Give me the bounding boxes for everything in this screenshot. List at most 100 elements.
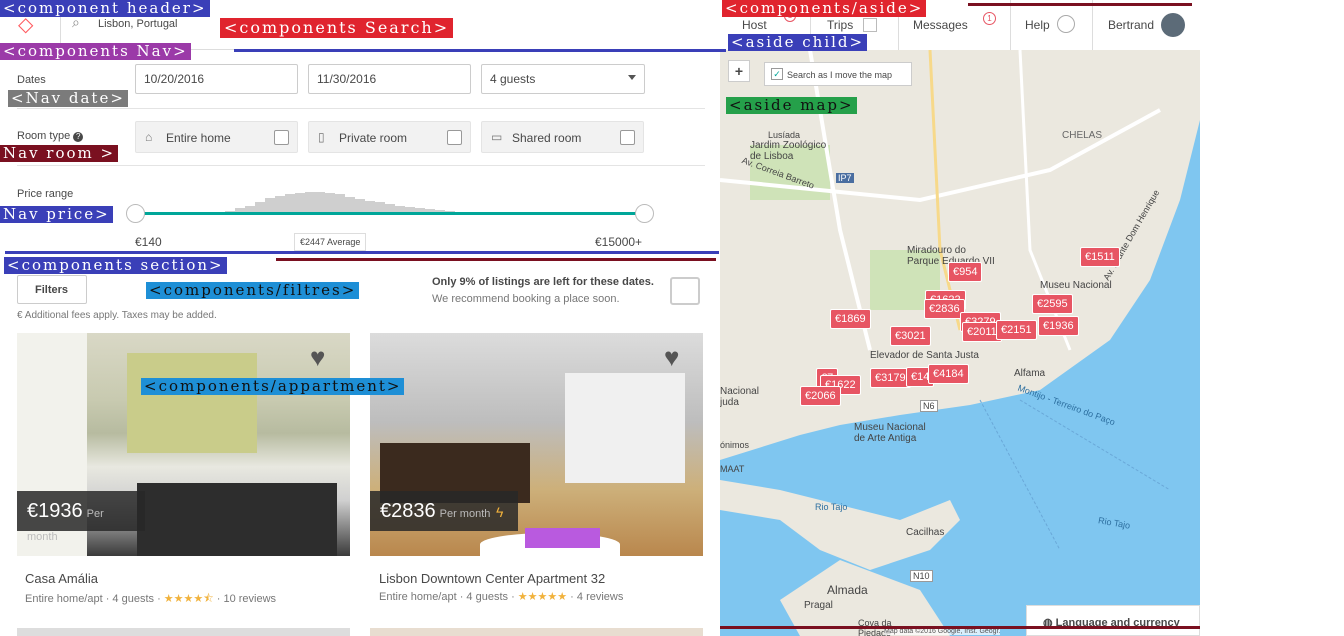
annotation-line [276,258,716,261]
annotation-label: Nav price> [0,206,113,223]
price-pin[interactable]: €3179 [870,368,911,388]
price-badge: €2836 Per month ϟ [370,491,518,531]
checkbox[interactable] [620,130,635,145]
zoom-in-button[interactable]: + [728,60,750,82]
room-entire-home[interactable]: ⌂ Entire home [135,121,298,153]
price-pin[interactable]: €2836 [924,299,965,319]
scarcity-subtitle: We recommend booking a place soon. [432,293,620,305]
nav-user-label: Bertrand [1108,18,1155,32]
annotation-label: <components/appartment> [141,378,405,395]
dates-label: Dates [17,74,46,86]
price-slider-max-handle[interactable] [635,204,654,223]
price-pin[interactable]: €2151 [996,320,1037,340]
map-label: Nacional juda [720,386,759,408]
messages-badge-icon: 1 [983,12,996,25]
price-pin[interactable]: €954 [948,262,983,282]
help-icon [1057,15,1075,33]
price-slider-track[interactable] [135,212,645,215]
map-label: Almada [827,583,868,597]
room-shared[interactable]: ▭ Shared room [481,121,644,153]
price-pin[interactable]: €2595 [1032,294,1073,314]
home-icon: ⌂ [145,130,153,144]
nav-trips-label: Trips [827,18,854,32]
checkin-input[interactable]: 10/20/2016 [135,64,298,94]
annotation-line [234,49,726,52]
map-label: Museu Nacional de Arte Antiga [854,422,926,444]
price-pin[interactable]: €4184 [928,364,969,384]
nav-help[interactable]: Help [1010,0,1090,50]
airbnb-logo-icon[interactable]: ◇ [18,14,40,36]
calendar-clock-icon [670,277,700,305]
map-label: Lusíada [768,130,801,140]
price-pin[interactable]: €1869 [830,309,871,329]
annotation-label: <components/filtres> [146,282,360,299]
price-pin[interactable]: €3021 [890,326,931,346]
map-label: MAAT [720,464,745,474]
listing-image[interactable] [370,628,703,636]
star-rating: ★★★★⯪ [163,593,214,605]
checkbox-checked-icon[interactable]: ✓ [771,68,783,80]
price-histogram [145,190,645,214]
divider [17,165,705,166]
room-private[interactable]: ▯ Private room [308,121,471,153]
map-copyright: Map data ©2016 Google, Inst. Geogr. [884,628,1001,635]
annotation-label: <aside map> [726,97,857,114]
heart-icon[interactable]: ♥ [310,342,325,373]
listing-title[interactable]: Lisbon Downtown Center Apartment 32 [379,571,605,586]
price-slider-min-handle[interactable] [126,204,145,223]
annotation-label: <components Search> [220,18,454,38]
annotation-line [968,3,1192,6]
map-label: Cacilhas [906,527,945,538]
avatar[interactable] [1161,13,1185,37]
language-currency-button[interactable]: ◍ Language and currency [1026,605,1200,636]
checkbox[interactable] [274,130,289,145]
help-icon: ? [73,132,84,142]
star-rating: ★★★★★ [517,591,568,603]
map-label: Pragal [804,600,833,611]
checkbox[interactable] [447,130,462,145]
price-badge: €1936 Per month [17,491,145,543]
guests-value: 4 guests [490,72,536,86]
annotation-line [5,251,719,254]
listing-meta: Entire home/apt · 4 guests · ★★★★⯪ · 10 … [25,593,277,605]
annotation-label: <components/aside> [722,0,927,17]
location-search-input[interactable]: Lisbon, Portugal [98,18,178,30]
listing-image[interactable] [17,628,350,636]
annotation-label: Nav room > [0,145,119,162]
filters-button[interactable]: Filters [17,275,87,304]
door-icon: ▯ [318,130,325,144]
room-label: Private room [339,131,408,145]
road-shield: N6 [920,400,938,412]
road-shield: IP7 [836,173,854,183]
map-label: Museu Nacional [1040,280,1112,291]
map-label: ónimos [720,440,750,450]
map-label: Jardim Zoológico de Lisboa [750,140,827,162]
guests-select[interactable]: 4 guests [481,64,645,94]
price-pin[interactable]: €2066 [800,386,841,406]
currency-icon: € [17,310,23,321]
annotation-label: <components section> [4,257,227,274]
trips-icon [863,18,877,32]
checkout-input[interactable]: 11/30/2016 [308,64,471,94]
price-pin[interactable]: €1511 [1080,247,1120,267]
nav-help-label: Help [1025,18,1050,32]
map-label: Alfama [1014,368,1046,379]
annotation-label: <Nav date> [8,90,128,107]
scarcity-title: Only 9% of listings are left for these d… [432,276,654,288]
map-label: Rio Tajo [815,502,848,512]
room-type-label: Room type ? [17,130,84,142]
map-canvas[interactable]: ✓ Search as I move the map + Lusíada Jard… [720,50,1200,636]
map-label: Elevador de Santa Justa [870,350,979,361]
price-range-label: Price range [17,188,74,200]
room-label: Shared room [512,131,582,145]
price-max: €15000+ [595,235,643,249]
price-pin[interactable]: €1936 [1038,316,1079,336]
nav-messages-label: Messages [913,18,968,32]
map-search-toggle[interactable]: ✓ Search as I move the map [764,62,912,86]
road-shield: N10 [910,570,933,582]
nav-user[interactable]: Bertrand [1092,0,1200,50]
instant-book-icon: ϟ [495,504,504,520]
heart-icon[interactable]: ♥ [664,342,679,373]
listing-title[interactable]: Casa Amália [25,571,98,586]
annotation-label: <aside child> [728,34,868,51]
